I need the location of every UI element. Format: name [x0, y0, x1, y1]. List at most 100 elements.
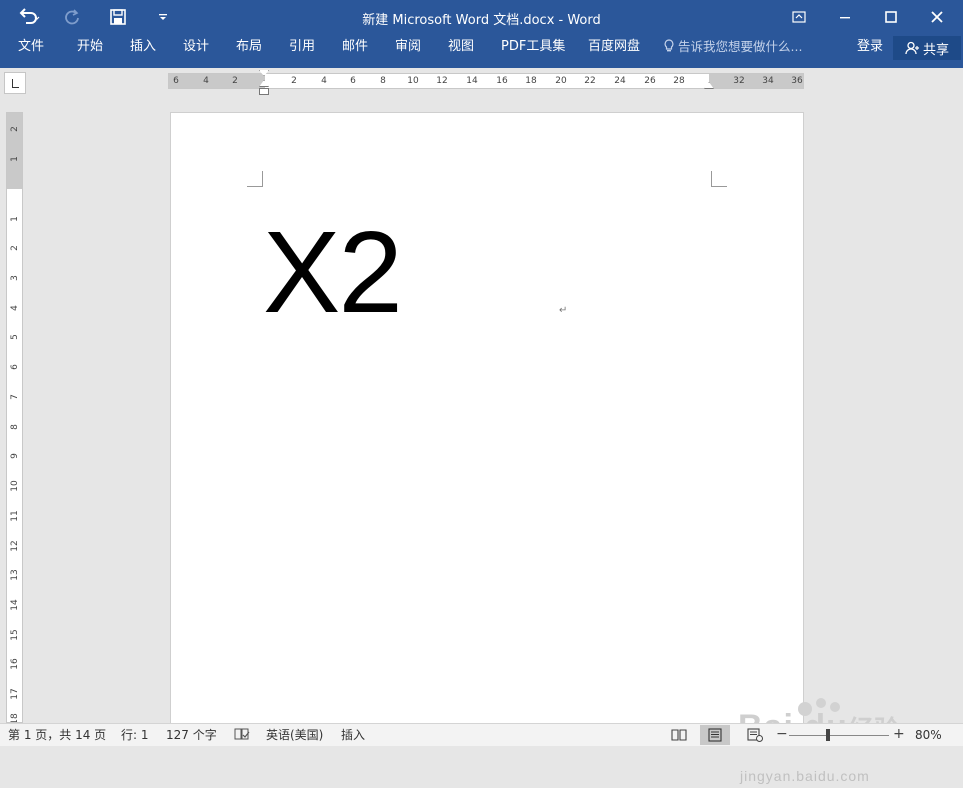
print-layout-button[interactable] — [700, 725, 730, 745]
ruler-tick: 4 — [10, 305, 20, 311]
zoom-slider[interactable] — [789, 729, 889, 741]
vertical-ruler[interactable]: 2 1 1 2 3 4 5 6 7 8 9 10 11 12 13 14 15 … — [6, 112, 23, 723]
ruler-tick: 34 — [762, 76, 774, 86]
close-icon — [931, 11, 943, 23]
share-label: 共享 — [922, 42, 949, 58]
ruler-tick: 8 — [10, 424, 20, 430]
ruler-tick: 24 — [614, 76, 626, 86]
web-layout-button[interactable] — [740, 725, 770, 745]
document-page[interactable]: X2 ↵ — [170, 112, 804, 732]
page-count-status[interactable]: 第 1 页，共 14 页 — [8, 727, 106, 743]
ruler-tick: 5 — [10, 334, 20, 340]
paragraph-mark: ↵ — [559, 305, 568, 316]
tab-references[interactable]: 引用 — [289, 34, 315, 62]
ruler-tick: 12 — [436, 76, 448, 86]
zoom-slider-thumb[interactable] — [825, 729, 830, 741]
ruler-tick: 3 — [10, 275, 20, 281]
tab-file[interactable]: 文件 — [18, 34, 44, 62]
ruler-tick: 2 — [291, 76, 297, 86]
read-mode-icon — [671, 729, 687, 741]
ruler-tick: 15 — [10, 629, 20, 641]
watermark-url: jingyan.baidu.com — [740, 768, 870, 784]
ribbon-display-options-button[interactable] — [776, 0, 822, 34]
ruler-tick: 9 — [10, 453, 20, 459]
close-button[interactable] — [914, 0, 960, 34]
paw-toe — [816, 698, 826, 708]
status-bar: 第 1 页，共 14 页 行: 1 127 个字 英语(美国) 插入 − + 8… — [0, 723, 963, 746]
document-canvas: 6 4 2 2 4 6 8 10 12 14 16 18 20 22 24 26… — [0, 68, 963, 784]
ruler-tick: 28 — [673, 76, 685, 86]
ruler-tick: 2 — [10, 245, 20, 251]
word-count-status[interactable]: 127 个字 — [166, 727, 217, 743]
ruler-tick: 20 — [555, 76, 567, 86]
ruler-tick: 4 — [203, 76, 209, 86]
zoom-level[interactable]: 80% — [915, 727, 942, 743]
ruler-tick: 6 — [173, 76, 179, 86]
tab-stop-selector[interactable] — [4, 72, 26, 94]
language-status[interactable]: 英语(美国) — [266, 727, 323, 743]
ruler-tick: 10 — [407, 76, 419, 86]
ruler-tick: 14 — [10, 599, 20, 611]
ruler-left-margin — [169, 74, 265, 88]
line-status[interactable]: 行: 1 — [121, 727, 149, 743]
document-body-text[interactable]: X2 — [263, 212, 403, 332]
ruler-tick: 6 — [10, 364, 20, 370]
proofing-status[interactable] — [234, 727, 250, 745]
top-left-margin-corner — [247, 171, 263, 187]
tab-view[interactable]: 视图 — [448, 34, 474, 62]
ruler-tick: 18 — [525, 76, 537, 86]
ruler-tick: 1 — [10, 156, 20, 162]
ruler-right-margin — [709, 74, 803, 88]
ruler-tick: 36 — [791, 76, 803, 86]
tell-me-search[interactable]: 告诉我您想要做什么... — [663, 34, 802, 62]
tab-home[interactable]: 开始 — [77, 34, 103, 62]
ruler-tick: 16 — [496, 76, 508, 86]
lightbulb-icon — [664, 39, 674, 52]
ruler-tick: 26 — [644, 76, 656, 86]
ruler-tick: 8 — [380, 76, 386, 86]
ruler-tick: 32 — [733, 76, 745, 86]
ruler-tick: 13 — [10, 569, 20, 581]
ruler-tick: 16 — [10, 658, 20, 670]
paw-toe — [830, 702, 840, 712]
ruler-tick: 11 — [10, 510, 20, 522]
tab-pdf-tools[interactable]: PDF工具集 — [501, 34, 565, 62]
print-layout-icon — [708, 728, 722, 742]
maximize-icon — [885, 11, 897, 23]
tab-insert[interactable]: 插入 — [130, 34, 156, 62]
ruler-tick: 12 — [10, 540, 20, 552]
web-layout-icon — [747, 728, 763, 742]
share-button[interactable]: 共享 — [893, 36, 961, 60]
tab-design[interactable]: 设计 — [183, 34, 209, 62]
sign-in-link[interactable]: 登录 — [857, 34, 883, 62]
ruler-tick: 6 — [350, 76, 356, 86]
minimize-icon — [840, 17, 850, 19]
ruler-tick: 14 — [466, 76, 478, 86]
ruler-tick: 2 — [10, 126, 20, 132]
ribbon-display-icon — [792, 11, 806, 23]
ribbon-tabs: 文件 开始 插入 设计 布局 引用 邮件 审阅 视图 PDF工具集 百度网盘 告… — [0, 34, 963, 68]
tab-review[interactable]: 审阅 — [395, 34, 421, 62]
left-indent-marker[interactable] — [259, 88, 269, 95]
maximize-button[interactable] — [868, 0, 914, 34]
tab-baidu-netdisk[interactable]: 百度网盘 — [588, 34, 640, 62]
zoom-in-button[interactable]: + — [893, 726, 905, 742]
read-mode-button[interactable] — [664, 725, 694, 745]
ruler-tick: 4 — [321, 76, 327, 86]
ruler-tick: 18 — [10, 713, 20, 723]
ruler-tick: 7 — [10, 394, 20, 400]
title-bar: 新建 Microsoft Word 文档.docx - Word — [0, 0, 963, 34]
tab-layout[interactable]: 布局 — [236, 34, 262, 62]
zoom-out-button[interactable]: − — [776, 726, 788, 742]
ruler-tick: 10 — [10, 480, 20, 492]
insert-mode-status[interactable]: 插入 — [341, 727, 365, 743]
tell-me-placeholder: 告诉我您想要做什么... — [678, 39, 803, 54]
person-add-icon — [905, 41, 919, 55]
ruler-tick: 22 — [584, 76, 596, 86]
minimize-button[interactable] — [822, 0, 868, 34]
tab-mailings[interactable]: 邮件 — [342, 34, 368, 62]
ruler-tick: 2 — [232, 76, 238, 86]
top-right-margin-corner — [711, 171, 727, 187]
ruler-tick: 1 — [10, 216, 20, 222]
ruler-tick: 17 — [10, 688, 20, 700]
